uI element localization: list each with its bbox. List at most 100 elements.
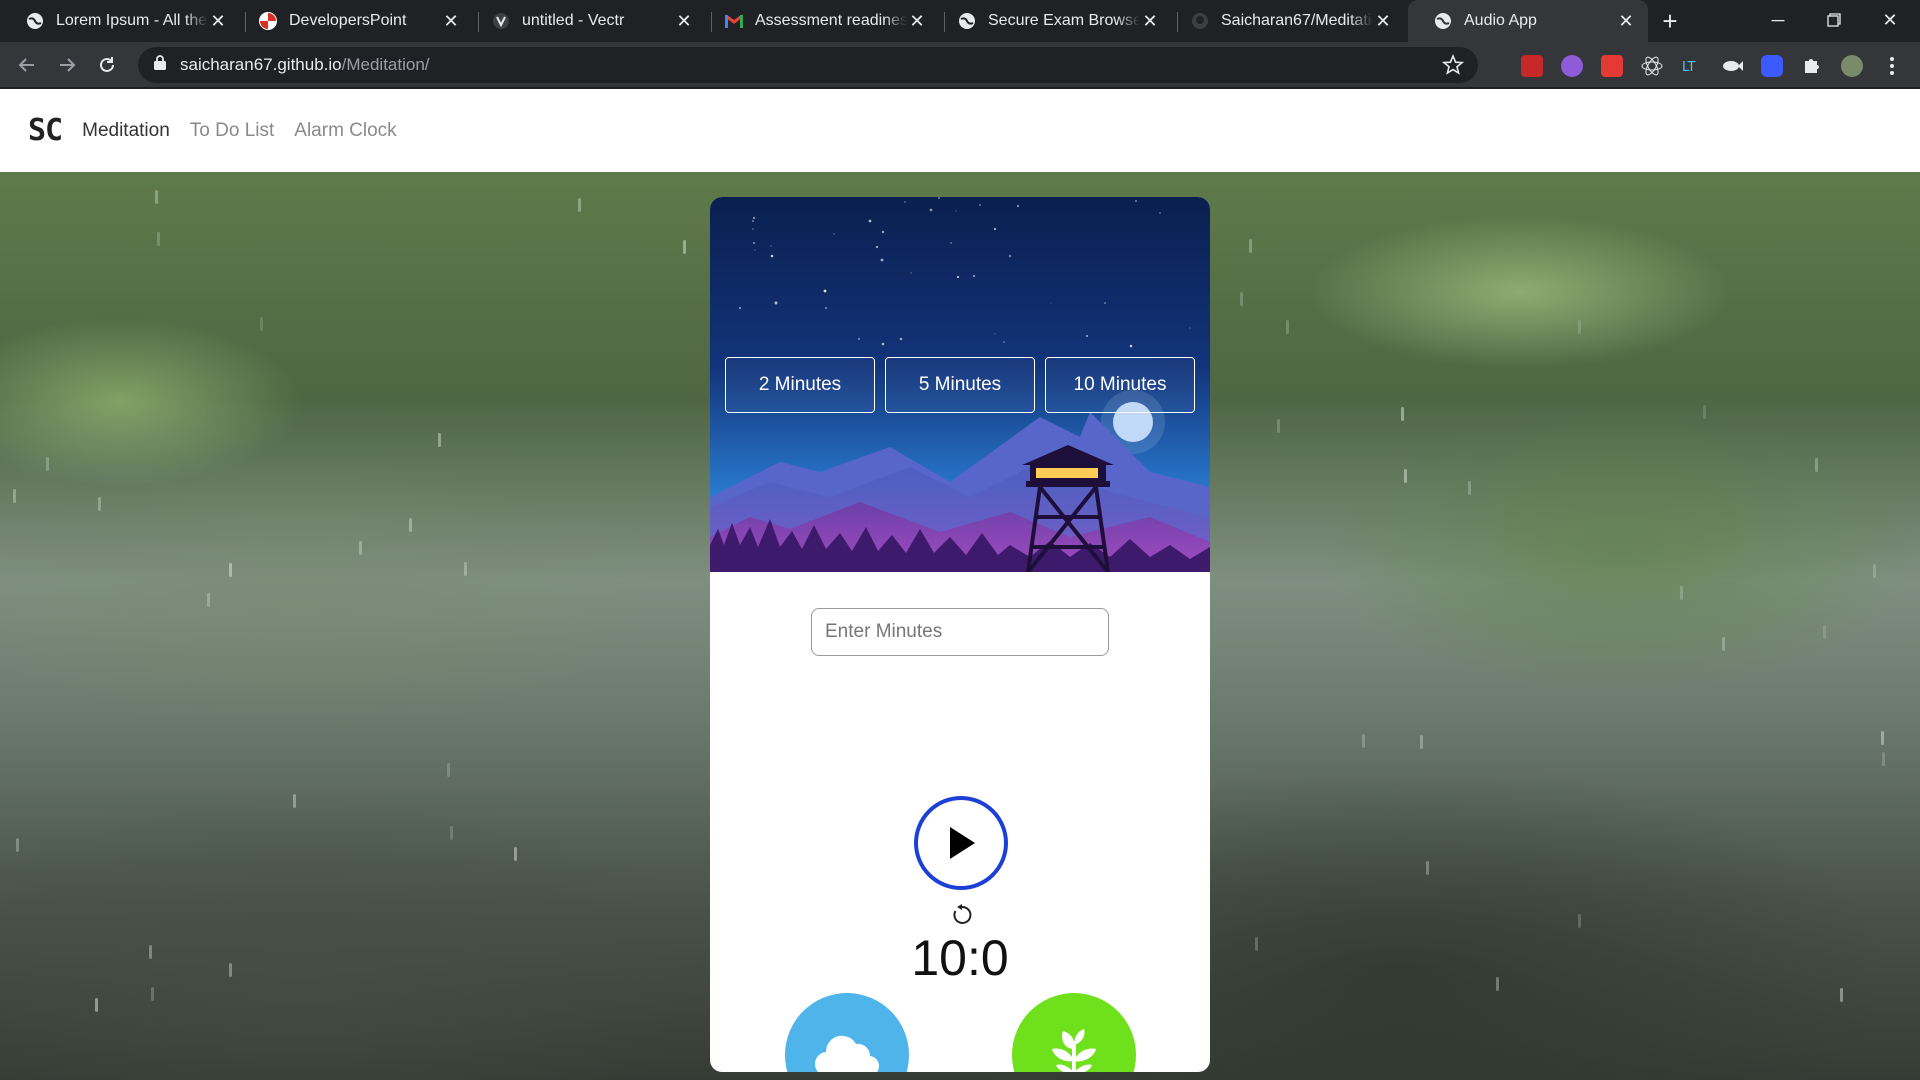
star: [1129, 344, 1133, 348]
star: [857, 337, 861, 341]
enter-minutes-input[interactable]: [811, 608, 1109, 656]
raindrop: [293, 794, 296, 808]
lt-extension-icon[interactable]: LT: [1681, 55, 1703, 77]
browser-tab[interactable]: DevelopersPoint ✕: [233, 0, 473, 42]
star: [752, 228, 754, 230]
globe-icon: [26, 12, 44, 30]
nav-link-todo[interactable]: To Do List: [190, 120, 274, 142]
red-extension-icon[interactable]: [1601, 55, 1623, 77]
arrow-left-icon: [18, 58, 34, 72]
pdf-extension-icon[interactable]: [1521, 55, 1543, 77]
restore-button[interactable]: [1806, 0, 1862, 40]
new-tab-button[interactable]: +: [1655, 6, 1685, 36]
purple-extension-icon[interactable]: [1561, 55, 1583, 77]
browser-tab[interactable]: untitled - Vectr ✕: [466, 0, 706, 42]
raindrop: [1881, 731, 1884, 745]
star: [1086, 335, 1088, 337]
globe-icon: [958, 12, 976, 30]
play-button[interactable]: [914, 796, 1008, 890]
url-path: /Meditation/: [341, 55, 430, 74]
raindrop: [151, 987, 154, 1001]
star: [1104, 302, 1106, 304]
browser-tab[interactable]: Lorem Ipsum - All the facts ✕: [0, 0, 240, 42]
star: [950, 242, 952, 244]
leaf-icon: [1052, 1029, 1096, 1072]
reload-button[interactable]: [91, 49, 123, 81]
raindrop: [229, 563, 232, 577]
browser-tab[interactable]: Secure Exam Browser ✕: [932, 0, 1172, 42]
raindrop: [1362, 734, 1365, 748]
address-bar[interactable]: saicharan67.github.io/Meditation/: [138, 47, 1478, 83]
raindrop: [13, 489, 16, 503]
forward-button[interactable]: [51, 49, 83, 81]
star: [752, 220, 754, 222]
raindrop: [578, 198, 581, 212]
react-extension-icon[interactable]: [1641, 55, 1663, 77]
raindrop: [450, 826, 453, 840]
raindrop: [1722, 637, 1725, 651]
tab-title: Lorem Ipsum - All the facts: [56, 12, 208, 29]
raindrop: [157, 232, 160, 246]
kebab-menu-icon[interactable]: [1881, 55, 1903, 77]
lock-icon: [154, 55, 166, 75]
site-logo[interactable]: SC: [28, 113, 63, 148]
tab-title: Assessment readiness: [755, 12, 907, 29]
star: [875, 245, 879, 249]
star: [754, 249, 756, 251]
messenger-extension-icon[interactable]: [1761, 55, 1783, 77]
star: [1159, 212, 1161, 214]
close-tab-icon[interactable]: ✕: [674, 11, 694, 32]
profile-avatar[interactable]: [1841, 55, 1863, 77]
star: [753, 242, 755, 244]
raindrop: [149, 945, 152, 959]
star: [1135, 200, 1137, 202]
duration-10-minutes-button[interactable]: 10 Minutes: [1045, 357, 1195, 413]
close-tab-icon[interactable]: ✕: [1373, 11, 1393, 32]
replay-icon: [953, 904, 972, 924]
raindrop: [98, 497, 101, 511]
duration-5-minutes-button[interactable]: 5 Minutes: [885, 357, 1035, 413]
star: [957, 276, 959, 278]
nav-link-alarm[interactable]: Alarm Clock: [294, 120, 396, 142]
raindrop: [1840, 988, 1843, 1002]
page-viewport: SC Meditation To Do List Alarm Clock 2 M…: [0, 89, 1920, 1080]
close-window-button[interactable]: ✕: [1862, 0, 1918, 40]
raindrop: [464, 562, 467, 576]
close-tab-icon[interactable]: ✕: [907, 11, 927, 32]
star: [1050, 302, 1052, 304]
replay-button[interactable]: [950, 903, 974, 927]
close-tab-icon[interactable]: ✕: [1140, 11, 1160, 32]
star: [833, 233, 835, 235]
close-tab-icon[interactable]: ✕: [208, 11, 228, 32]
nav-link-meditation[interactable]: Meditation: [82, 120, 170, 142]
raindrop: [409, 518, 412, 532]
forest-sound-button[interactable]: [1012, 993, 1136, 1072]
rain-sound-button[interactable]: [785, 993, 909, 1072]
star: [739, 307, 741, 309]
star: [904, 201, 906, 203]
star: [937, 197, 941, 200]
raindrop: [1404, 469, 1407, 483]
browser-tab[interactable]: Saicharan67/Meditation ✕: [1165, 0, 1405, 42]
duration-2-minutes-button[interactable]: 2 Minutes: [725, 357, 875, 413]
star: [881, 342, 885, 346]
close-tab-icon[interactable]: ✕: [441, 11, 461, 32]
browser-tab-active[interactable]: Audio App ✕: [1408, 0, 1648, 42]
url-text: saicharan67.github.io/Meditation/: [180, 55, 430, 75]
back-button[interactable]: [11, 49, 43, 81]
star: [929, 208, 933, 212]
raindrop: [155, 190, 158, 204]
vectr-icon: [492, 12, 510, 30]
browser-tab[interactable]: Assessment readiness ✕: [699, 0, 939, 42]
close-tab-icon[interactable]: ✕: [1616, 11, 1636, 32]
raindrop: [1578, 914, 1581, 928]
star: [774, 301, 778, 305]
browser-tab-strip: Lorem Ipsum - All the facts ✕ Developers…: [0, 0, 1920, 42]
bookmark-star-icon[interactable]: [1441, 53, 1465, 81]
raindrop: [229, 963, 232, 977]
globe-icon: [1434, 12, 1452, 30]
github-icon: [1191, 12, 1209, 30]
minimize-button[interactable]: ─: [1750, 0, 1806, 40]
fish-extension-icon[interactable]: [1721, 55, 1743, 77]
puzzle-extensions-icon[interactable]: [1801, 55, 1823, 77]
